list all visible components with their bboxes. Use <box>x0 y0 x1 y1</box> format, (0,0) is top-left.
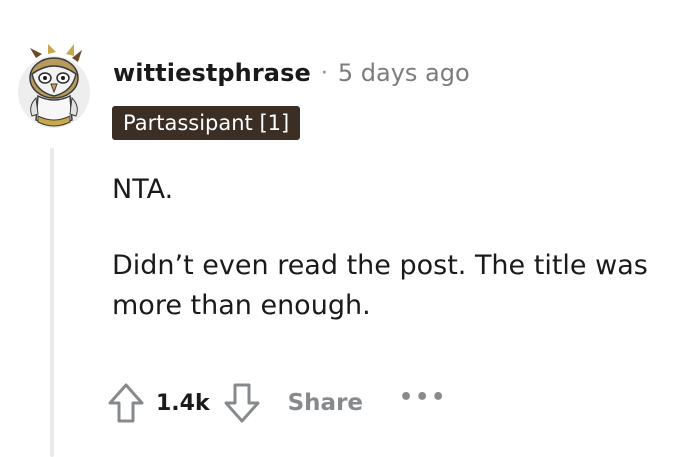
username-link[interactable]: wittiestphrase <box>113 59 311 87</box>
comment-body: NTA. Didn’t even read the post. The titl… <box>112 170 682 326</box>
user-avatar[interactable] <box>14 40 94 132</box>
comment: wittiestphrase · 5 days ago Partassipant… <box>0 0 700 457</box>
comment-timestamp[interactable]: 5 days ago <box>338 59 470 87</box>
owl-avatar-icon <box>18 44 90 128</box>
user-flair: Partassipant [1] <box>112 106 301 140</box>
comment-paragraph: Didn’t even read the post. The title was… <box>112 250 648 321</box>
thread-collapse-line[interactable] <box>50 148 54 457</box>
share-button[interactable]: Share <box>288 390 363 416</box>
downvote-arrow-icon[interactable] <box>222 381 262 425</box>
comment-paragraph: NTA. <box>112 174 174 205</box>
vote-count: 1.4k <box>156 390 210 416</box>
meta-separator: · <box>320 60 328 86</box>
comment-actions: 1.4k Share ••• <box>106 377 447 429</box>
comment-meta: wittiestphrase · 5 days ago <box>113 55 470 91</box>
more-options-icon[interactable]: ••• <box>399 385 447 410</box>
upvote-arrow-icon[interactable] <box>106 381 146 425</box>
